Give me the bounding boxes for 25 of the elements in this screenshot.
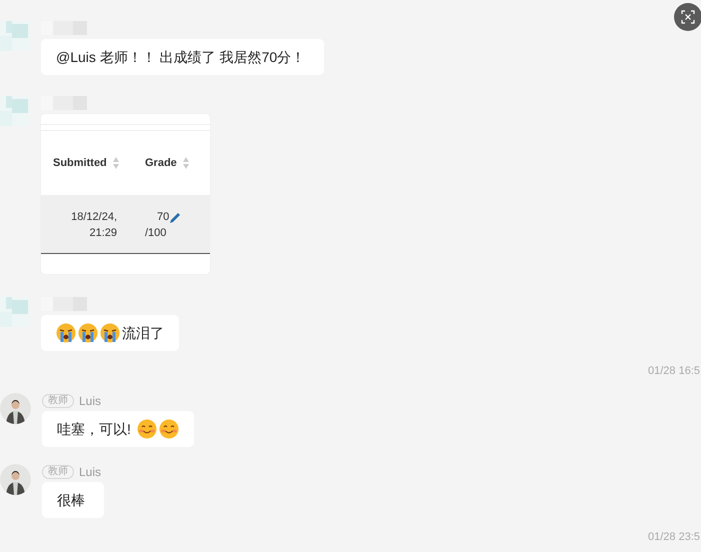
submitted-date: 18/12/24, 21:29 (70, 210, 117, 241)
message-text: 流泪了 (122, 324, 164, 342)
timestamp: 01/28 23:5 (648, 531, 700, 544)
sender-name: Luis (79, 464, 102, 481)
fullscreen-exit-icon (681, 10, 695, 24)
sort-icon (112, 157, 119, 169)
message-text: 很棒 (57, 490, 85, 510)
fullscreen-exit-button[interactable] (674, 3, 701, 31)
sender-name: Luis (79, 393, 102, 410)
message-text: @Luis 老师！！ 出成绩了 我居然70分！ (56, 48, 306, 66)
role-badge: 教师 (42, 394, 74, 408)
crying-face-icon (78, 323, 98, 343)
crying-face-icon (56, 323, 76, 343)
pencil-icon[interactable] (169, 210, 182, 224)
grade-value: 70 (157, 210, 170, 225)
role-badge: 教师 (42, 465, 74, 479)
column-header: Submitted (53, 156, 107, 171)
timestamp: 01/28 16:5 (648, 365, 700, 378)
sort-icon (182, 157, 189, 169)
grade-total: /100 (145, 226, 168, 241)
crying-face-icon (100, 323, 120, 343)
message-text: 哇塞，可以! (57, 420, 131, 438)
column-header: Grade (145, 156, 177, 171)
smiling-face-icon (136, 419, 157, 439)
smiling-face-icon (158, 419, 179, 439)
